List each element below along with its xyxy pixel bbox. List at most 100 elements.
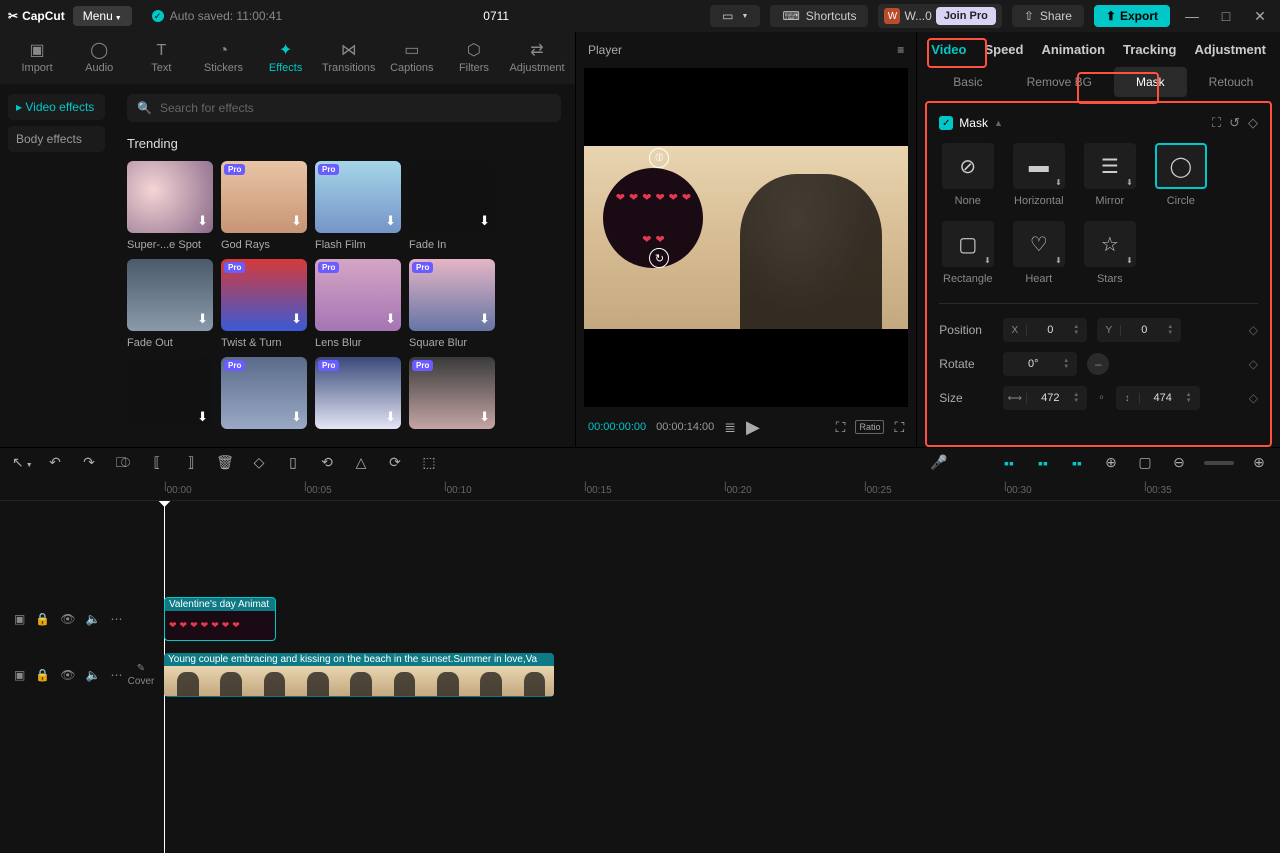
lock-icon[interactable]: 🔒 [35, 612, 50, 626]
position-x-input[interactable]: X0▲▼ [1003, 318, 1087, 342]
aspect-button[interactable]: ▭▼ [710, 5, 760, 27]
play-button[interactable]: ▶ [746, 417, 760, 438]
link-button[interactable]: ▪▪ [1034, 455, 1052, 471]
magnet-button[interactable]: ▪▪ [1000, 455, 1018, 471]
effect-card[interactable]: Pro⬇Lens Blur [315, 259, 401, 349]
join-pro-button[interactable]: Join Pro [936, 7, 996, 25]
subtab-basic[interactable]: Basic [931, 67, 1004, 97]
undo-button[interactable]: ↶ [46, 454, 64, 471]
tab-text[interactable]: TText [136, 38, 186, 78]
clip-couple[interactable]: Young couple embracing and kissing on th… [164, 653, 554, 697]
reset-icon[interactable]: ↺ [1229, 115, 1240, 131]
effect-card[interactable]: ⬇Super-...e Spot [127, 161, 213, 251]
list-icon[interactable]: ≣ [724, 419, 736, 436]
tab-transitions[interactable]: ⋈Transitions [323, 38, 375, 78]
rotate-button[interactable]: ⟳ [386, 454, 404, 471]
tab-effects[interactable]: ✦Effects [261, 38, 311, 78]
trim-left-button[interactable]: ⟦ [148, 454, 166, 471]
effect-card[interactable]: Pro⬇Twist & Turn [221, 259, 307, 349]
tab-tracking[interactable]: Tracking [1123, 42, 1176, 57]
effect-card[interactable]: Pro⬇God Rays [221, 161, 307, 251]
ratio-button[interactable]: Ratio [855, 420, 884, 434]
subtab-removebg[interactable]: Remove BG [1005, 67, 1114, 97]
effect-card[interactable]: ⬇Fade Out [127, 259, 213, 349]
mask-mirror[interactable]: ☰⬇Mirror [1081, 143, 1138, 207]
subtab-retouch[interactable]: Retouch [1187, 67, 1276, 97]
player-viewport[interactable]: ❤❤❤❤ ❤❤❤❤ ⦶ ↻ [584, 68, 908, 407]
tab-captions[interactable]: ▭Captions [387, 38, 437, 78]
export-button[interactable]: ⬆ Export [1094, 5, 1170, 27]
tab-speed[interactable]: Speed [984, 42, 1023, 57]
cover-button[interactable]: ✎ Cover [118, 663, 164, 687]
mask-rectangle[interactable]: ▢⬇Rectangle [939, 221, 996, 285]
mask-enable-checkbox[interactable]: ✓ [939, 116, 953, 130]
position-y-input[interactable]: Y0▲▼ [1097, 318, 1181, 342]
tab-stickers[interactable]: ◔Stickers [198, 38, 248, 78]
keyframe-icon[interactable]: ◇ [1248, 115, 1258, 131]
mute-icon[interactable]: 🔈 [86, 668, 101, 682]
tab-audio[interactable]: ◯Audio [74, 38, 124, 78]
keyframe-icon[interactable]: ◇ [1249, 357, 1258, 371]
rotate-dial[interactable]: – [1087, 353, 1109, 375]
align-button[interactable]: ⊕ [1102, 454, 1120, 471]
redo-button[interactable]: ↷ [80, 454, 98, 471]
tab-import[interactable]: ▣Import [12, 38, 62, 78]
search-input[interactable]: 🔍 Search for effects [127, 94, 561, 122]
zoom-out-button[interactable]: ⊖ [1170, 454, 1188, 471]
record-button[interactable]: ▢ [1136, 454, 1154, 471]
mirror-button[interactable]: △ [352, 454, 370, 471]
tab-filters[interactable]: ⬡Filters [449, 38, 499, 78]
crop-button[interactable]: ⬚ [420, 454, 438, 471]
fullscreen-icon[interactable]: ⛶ [894, 419, 904, 436]
clip-valentines[interactable]: Valentine's day Animat ❤❤❤❤❤❤❤ [164, 597, 276, 641]
zoom-slider[interactable] [1204, 461, 1234, 465]
effect-card[interactable]: Pro⬇Flash Film [315, 161, 401, 251]
size-h-input[interactable]: ↕474▲▼ [1116, 386, 1200, 410]
tab-animation[interactable]: Animation [1041, 42, 1105, 57]
subtab-mask[interactable]: Mask [1114, 67, 1187, 97]
tab-video[interactable]: Video [931, 42, 966, 57]
timeline-ruler[interactable]: |00:00 |00:05 |00:10 |00:15 |00:20 |00:2… [0, 477, 1280, 501]
tab-adjustment[interactable]: Adjustment [1195, 42, 1267, 57]
copy-button[interactable]: ▯ [284, 454, 302, 471]
menu-button[interactable]: Menu▼ [73, 6, 132, 26]
sidebar-body-effects[interactable]: Body effects [8, 126, 105, 152]
keyframe-icon[interactable]: ◇ [1249, 323, 1258, 337]
user-account[interactable]: W W...0 Join Pro [878, 4, 1001, 28]
expand-icon[interactable]: ⛶ [1212, 115, 1221, 131]
effect-card[interactable]: Pro⬇ [409, 357, 495, 429]
close-button[interactable]: ✕ [1248, 8, 1272, 25]
select-tool[interactable]: ↖▼ [12, 454, 30, 471]
mic-button[interactable]: 🎤 [930, 454, 948, 471]
eye-icon[interactable]: 👁 [60, 668, 75, 682]
split-button[interactable]: ⎄ [114, 454, 132, 471]
share-button[interactable]: ⇧ Share [1012, 5, 1084, 27]
lock-icon[interactable]: 🔒 [35, 668, 50, 682]
mute-icon[interactable]: 🔈 [86, 612, 101, 626]
eye-icon[interactable]: 👁 [60, 612, 75, 626]
maximize-button[interactable]: □ [1214, 8, 1238, 24]
marker-button[interactable]: ◇ [250, 454, 268, 471]
trim-right-button[interactable]: ⟧ [182, 454, 200, 471]
effect-card[interactable]: ⬇Fade In [409, 161, 495, 251]
scale-icon[interactable]: ⛶ [836, 419, 846, 436]
effect-card[interactable]: Pro⬇ [315, 357, 401, 429]
effect-card[interactable]: Pro⬇Square Blur [409, 259, 495, 349]
mask-horizontal[interactable]: ▬⬇Horizontal [1010, 143, 1067, 207]
link-icon[interactable]: ⚬ [1097, 393, 1105, 404]
preview-button[interactable]: ▪▪ [1068, 455, 1086, 471]
reverse-button[interactable]: ⟲ [318, 454, 336, 471]
layer-icon[interactable]: ▣ [14, 668, 25, 682]
sidebar-video-effects[interactable]: ▸ Video effects [8, 94, 105, 120]
layer-icon[interactable]: ▣ [14, 612, 25, 626]
minimize-button[interactable]: — [1180, 8, 1204, 24]
shortcuts-button[interactable]: ⌨ Shortcuts [770, 5, 868, 27]
more-icon[interactable]: ⋯ [110, 612, 122, 626]
mask-stars[interactable]: ☆⬇Stars [1081, 221, 1138, 285]
delete-button[interactable]: 🗑 [216, 454, 234, 471]
rotate-input[interactable]: 0°▲▼ [1003, 352, 1077, 376]
effect-card[interactable]: ⬇ [127, 357, 213, 429]
player-menu-icon[interactable]: ≡ [897, 43, 904, 57]
tab-adjustment[interactable]: ⇄Adjustment [511, 38, 563, 78]
effect-card[interactable]: Pro⬇ [221, 357, 307, 429]
